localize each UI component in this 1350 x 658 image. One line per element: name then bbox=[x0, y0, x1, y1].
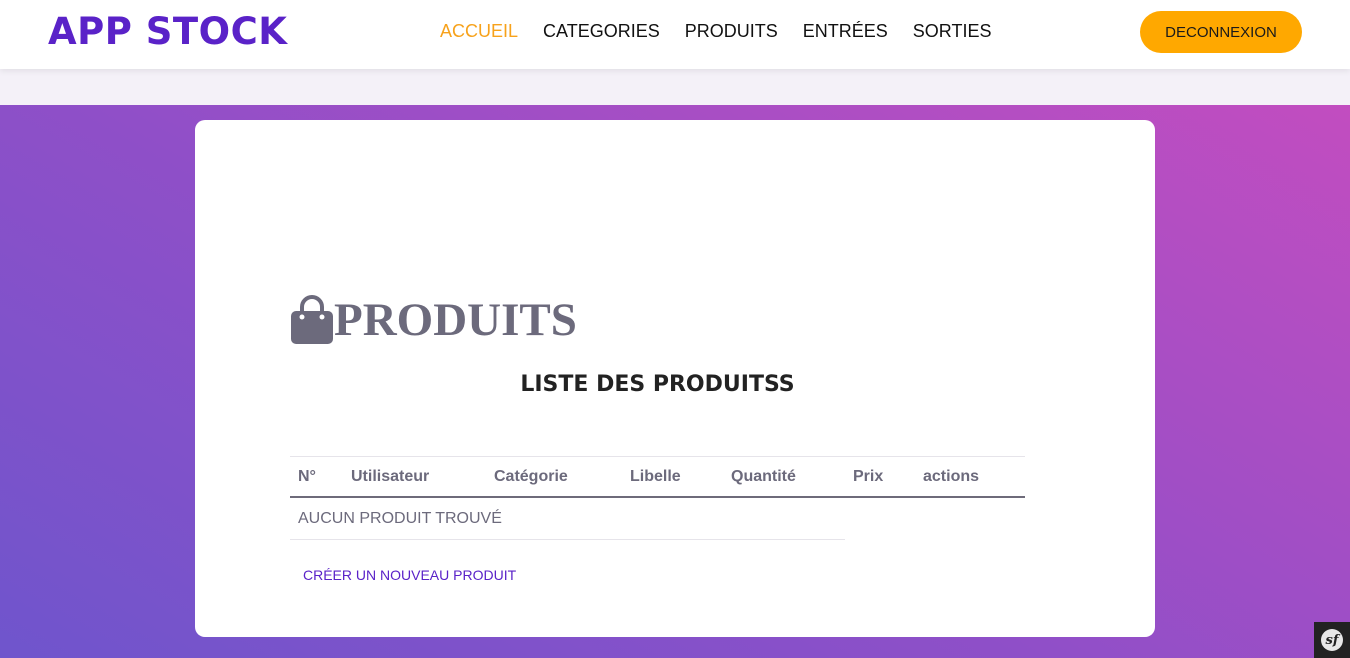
nav-link-produits[interactable]: PRODUITS bbox=[685, 20, 778, 42]
column-header-number: N° bbox=[298, 467, 316, 485]
column-header-user: Utilisateur bbox=[351, 467, 430, 485]
page-title: PRODUITS bbox=[334, 294, 577, 346]
navbar: APP STOCK ACCUEIL CATEGORIES PRODUITS EN… bbox=[0, 0, 1350, 69]
column-header-category: Catégorie bbox=[494, 467, 568, 485]
page-heading: PRODUITS bbox=[290, 295, 577, 345]
table-empty-row: AUCUN PRODUIT TROUVÉ bbox=[290, 498, 845, 540]
products-table: N° Utilisateur Catégorie Libelle Quantit… bbox=[290, 456, 1025, 540]
column-header-price: Prix bbox=[853, 467, 884, 485]
nav-link-accueil[interactable]: ACCUEIL bbox=[440, 20, 518, 42]
debug-toolbar-toggle[interactable]: sf bbox=[1314, 622, 1350, 658]
symfony-icon: sf bbox=[1321, 629, 1343, 651]
nav-link-categories[interactable]: CATEGORIES bbox=[543, 20, 660, 42]
content-card: PRODUITS LISTE DES PRODUITSS N° Utilisat… bbox=[195, 120, 1155, 637]
main-nav: ACCUEIL CATEGORIES PRODUITS ENTRÉES SORT… bbox=[440, 20, 1016, 42]
create-product-link[interactable]: CRÉER UN NOUVEAU PRODUIT bbox=[303, 567, 516, 583]
logout-button[interactable]: DECONNEXION bbox=[1140, 11, 1302, 53]
brand-logo[interactable]: APP STOCK bbox=[48, 10, 287, 53]
table-header: N° Utilisateur Catégorie Libelle Quantit… bbox=[290, 456, 1025, 498]
shopping-bag-icon bbox=[290, 295, 334, 345]
nav-link-entrees[interactable]: ENTRÉES bbox=[803, 20, 888, 42]
column-header-quantity: Quantité bbox=[731, 467, 796, 485]
column-header-actions: actions bbox=[923, 467, 980, 485]
column-header-label: Libelle bbox=[630, 467, 681, 485]
nav-link-sorties[interactable]: SORTIES bbox=[913, 20, 992, 42]
list-subtitle: LISTE DES PRODUITSS bbox=[520, 372, 795, 397]
